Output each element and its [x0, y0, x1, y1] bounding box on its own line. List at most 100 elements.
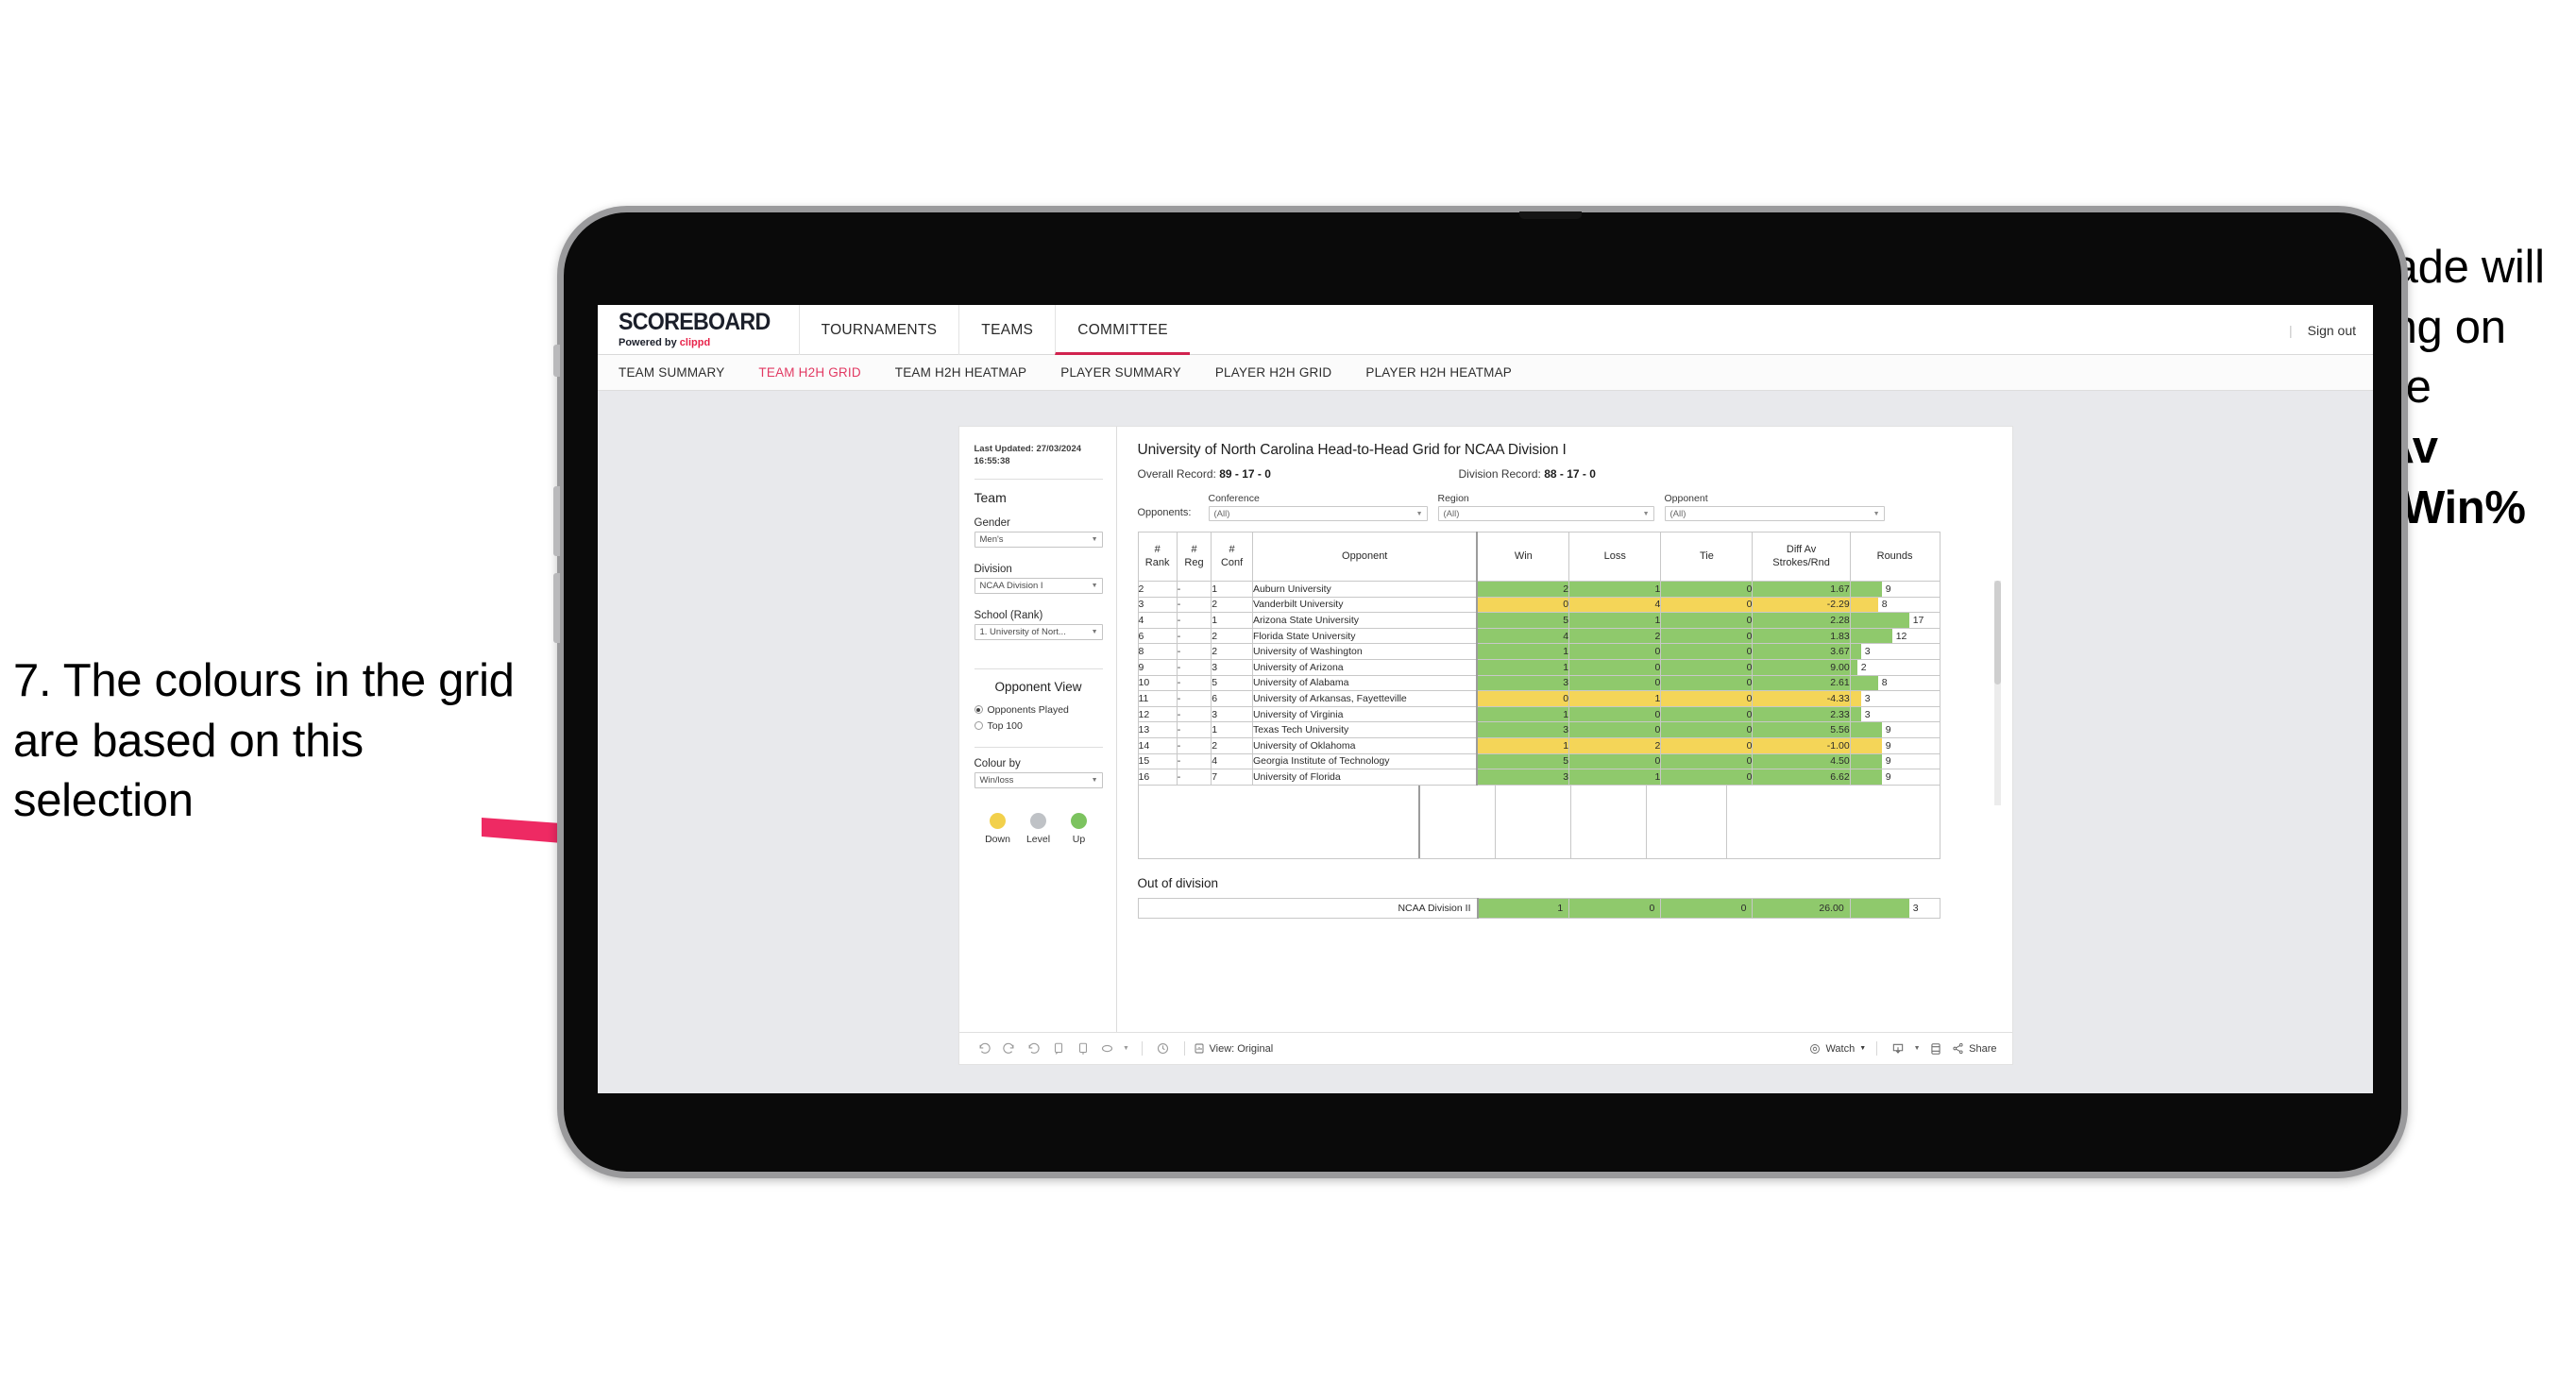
redo-icon[interactable]: [997, 1037, 1022, 1061]
col-header-win[interactable]: Win: [1476, 532, 1570, 582]
table-row[interactable]: 9-3 University of Arizona 1 0 0 9.00 2: [1137, 658, 1940, 676]
col-header-tie[interactable]: Tie: [1660, 532, 1754, 582]
table-cell: -: [1176, 769, 1212, 786]
chevron-down-icon: ▼: [1091, 582, 1098, 589]
table-cell: 1.67: [1752, 581, 1851, 598]
col-header-rank[interactable]: # Rank: [1137, 532, 1178, 582]
filter-conference-select[interactable]: (All) ▼: [1208, 506, 1428, 521]
school-value: 1. University of Nort...: [979, 626, 1066, 637]
table-row[interactable]: 15-4 Georgia Institute of Technology 5 0 0 4.…: [1137, 752, 1940, 770]
col-header-diff-l1: Diff Av: [1786, 543, 1817, 555]
col-header-loss[interactable]: Loss: [1568, 532, 1662, 582]
caret-down-icon[interactable]: ▼: [1120, 1037, 1133, 1061]
download-icon[interactable]: [1886, 1037, 1910, 1061]
table-cell: 9: [1137, 658, 1178, 676]
table-row[interactable]: 16-7 University of Florida 3 1 0 6.62 9: [1137, 769, 1940, 786]
rounds-value: 9: [1885, 755, 1891, 768]
radio-top-100[interactable]: Top 100: [974, 720, 1103, 732]
col-header-opponent[interactable]: Opponent: [1251, 532, 1478, 582]
table-cell: 3.67: [1752, 643, 1851, 660]
refresh-icon[interactable]: [1095, 1037, 1120, 1061]
ood-loss: 0: [1568, 897, 1662, 919]
device-volume-up-button: [553, 486, 560, 556]
table-row[interactable]: 13-1 Texas Tech University 3 0 0 5.56 9: [1137, 721, 1940, 738]
table-cell: 0: [1660, 658, 1754, 676]
sub-tab-player-summary[interactable]: PLAYER SUMMARY: [1043, 365, 1198, 380]
radio-opponents-played[interactable]: Opponents Played: [974, 704, 1103, 716]
sub-tab-team-h2h-grid[interactable]: TEAM H2H GRID: [741, 365, 877, 380]
caret-down-icon[interactable]: ▼: [1910, 1037, 1924, 1061]
table-cell: 6: [1137, 627, 1178, 645]
table-row[interactable]: 8-2 University of Washington 1 0 0 3.67 3: [1137, 643, 1940, 660]
top-tab-teams[interactable]: TEAMS: [958, 305, 1055, 355]
top-tab-committee[interactable]: COMMITTEE: [1055, 305, 1190, 355]
table-cell: 0: [1568, 658, 1662, 676]
sub-tab-team-summary[interactable]: TEAM SUMMARY: [619, 365, 741, 380]
table-cell: 0: [1568, 705, 1662, 723]
col-header-reg[interactable]: # Reg: [1176, 532, 1212, 582]
table-row[interactable]: 12-3 University of Virginia 1 0 0 2.33 3: [1137, 705, 1940, 723]
fullscreen-icon[interactable]: [1924, 1037, 1948, 1061]
school-select[interactable]: 1. University of Nort... ▼: [974, 623, 1103, 640]
table-row[interactable]: 6-2 Florida State University 4 2 0 1.83 12: [1137, 627, 1940, 645]
rounds-bar-fill: [1850, 706, 1861, 722]
table-row[interactable]: 11-6 University of Arkansas, Fayetteville…: [1137, 690, 1940, 707]
tablet-device-frame: SCOREBOARD Powered by clippd TOURNAMENTS…: [553, 206, 2408, 1178]
sub-tab-team-h2h-heatmap[interactable]: TEAM H2H HEATMAP: [878, 365, 1043, 380]
pause-data-icon[interactable]: [1046, 1037, 1071, 1061]
out-of-division-row[interactable]: NCAA Division II 1 0 0 26.00 3: [1137, 897, 1940, 919]
gender-label: Gender: [974, 516, 1010, 529]
sub-tab-player-h2h-grid[interactable]: PLAYER H2H GRID: [1198, 365, 1349, 380]
resume-data-icon[interactable]: [1071, 1037, 1095, 1061]
radio-icon: [974, 721, 983, 731]
out-of-division-table: NCAA Division II 1 0 0 26.00 3: [1137, 897, 1940, 919]
table-row[interactable]: 2-1 Auburn University 2 1 0 1.67 9: [1137, 581, 1940, 598]
view-original-button[interactable]: View: Original: [1194, 1042, 1273, 1055]
divider: [974, 746, 1103, 748]
rounds-value: 9: [1885, 739, 1891, 752]
table-cell: 16: [1137, 769, 1178, 786]
table-cell: -: [1176, 705, 1212, 723]
filter-region-select[interactable]: (All) ▼: [1437, 506, 1654, 521]
signout-button[interactable]: Sign out: [2308, 323, 2356, 338]
table-cell: 6.62: [1752, 769, 1851, 786]
grid-vertical-scrollbar[interactable]: [1993, 581, 2001, 805]
table-row[interactable]: 14-2 University of Oklahoma 1 2 0 -1.00 9: [1137, 736, 1940, 754]
grid-empty-filler: [1137, 785, 1940, 859]
table-row[interactable]: 10-5 University of Alabama 3 0 0 2.61 8: [1137, 674, 1940, 692]
table-cell: 2: [1211, 596, 1253, 614]
app-logo[interactable]: SCOREBOARD Powered by clippd: [598, 311, 799, 349]
table-cell: 15: [1137, 752, 1178, 770]
revert-icon[interactable]: [1022, 1037, 1046, 1061]
division-select[interactable]: NCAA Division I ▼: [974, 577, 1103, 594]
col-header-conf[interactable]: # Conf: [1211, 532, 1253, 582]
table-cell: 5: [1476, 752, 1570, 770]
col-header-rounds[interactable]: Rounds: [1849, 532, 1940, 582]
table-cell: -: [1176, 752, 1212, 770]
rounds-bar-fill: [1850, 691, 1861, 706]
pause-auto-update-icon[interactable]: [1151, 1037, 1176, 1061]
top-tab-tournaments[interactable]: TOURNAMENTS: [798, 305, 959, 355]
watch-label: Watch: [1825, 1042, 1856, 1055]
table-row[interactable]: 4-1 Arizona State University 5 1 0 2.28 17: [1137, 612, 1940, 629]
table-cell: 6: [1211, 690, 1253, 707]
table-cell: 0: [1568, 643, 1662, 660]
rounds-bar-cell: 8: [1849, 674, 1940, 692]
col-header-diff[interactable]: Diff Av Strokes/Rnd: [1752, 532, 1851, 582]
ood-rounds-bar-cell: 3: [1849, 897, 1940, 919]
table-row[interactable]: 3-2 Vanderbilt University 0 4 0 -2.29 8: [1137, 596, 1940, 614]
share-button[interactable]: Share: [1952, 1042, 1997, 1055]
divider: [974, 478, 1103, 480]
filter-opponent-select[interactable]: (All) ▼: [1664, 506, 1885, 521]
watch-button[interactable]: Watch ▼: [1809, 1043, 1866, 1055]
ood-win: 1: [1476, 897, 1570, 919]
table-cell: Vanderbilt University: [1251, 596, 1478, 614]
rounds-value: 17: [1912, 614, 1924, 626]
table-cell: 1: [1211, 581, 1253, 598]
rounds-bar-cell: 9: [1849, 581, 1940, 598]
sub-tab-player-h2h-heatmap[interactable]: PLAYER H2H HEATMAP: [1348, 365, 1529, 380]
undo-icon[interactable]: [973, 1037, 997, 1061]
gender-select[interactable]: Men's ▼: [974, 531, 1103, 548]
colour-by-select[interactable]: Win/loss ▼: [974, 771, 1103, 788]
legend-dot-level: [1030, 812, 1046, 829]
